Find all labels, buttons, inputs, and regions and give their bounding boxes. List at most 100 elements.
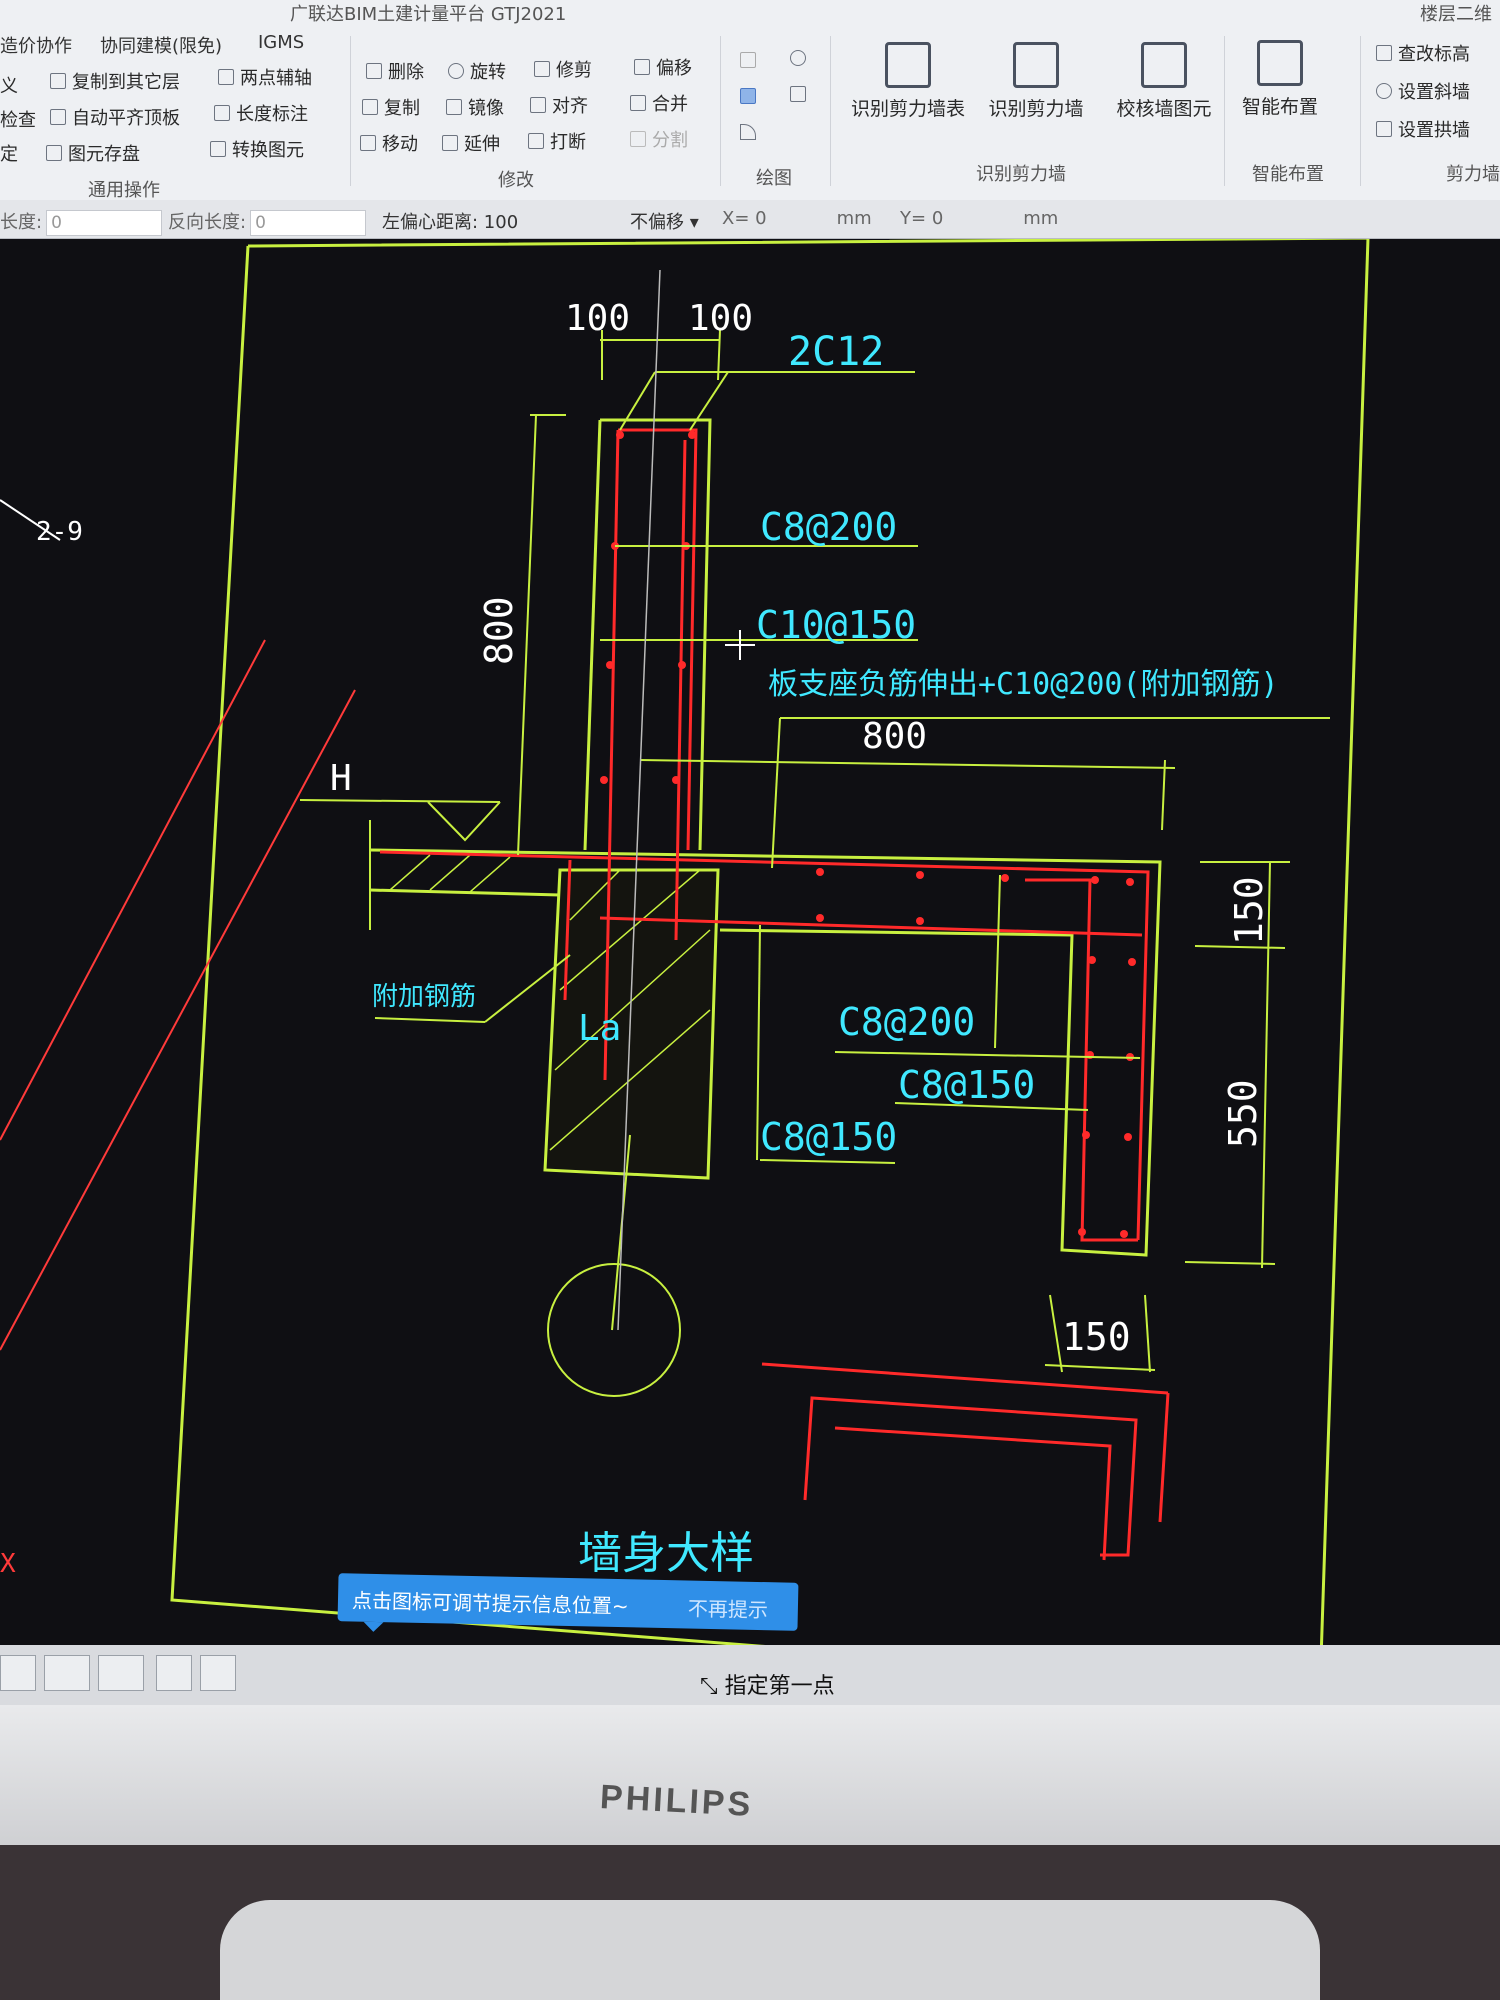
dim-150-right: 150	[1227, 876, 1271, 945]
arc-tool[interactable]	[740, 124, 756, 140]
line-icon	[740, 88, 756, 104]
align-button[interactable]: 对齐	[530, 92, 588, 118]
layer-toggle[interactable]	[156, 1655, 192, 1691]
title-bar: 广联达BIM土建计量平台 GTJ2021 楼层二维	[0, 0, 1500, 25]
offset-icon	[634, 59, 650, 75]
x-field[interactable]: X= 0 mm	[722, 208, 872, 229]
separator	[830, 36, 831, 186]
identify-wall-table-button[interactable]: 识别剪力墙表	[848, 42, 968, 121]
dim-550: 550	[1221, 1079, 1265, 1148]
offset-distance[interactable]: 左偏心距离: 100	[382, 208, 518, 234]
ribbon: 广联达BIM土建计量平台 GTJ2021 楼层二维 造价协作 协同建模(限免) …	[0, 0, 1500, 201]
rotate-button[interactable]: 旋转	[448, 58, 506, 84]
drawing-frame	[170, 239, 1370, 1680]
align-slab-icon	[50, 109, 66, 125]
tab-cost-collab[interactable]: 造价协作	[0, 32, 72, 58]
copy-to-layer-button[interactable]: 复制到其它层	[50, 68, 180, 94]
ortho-toggle[interactable]	[0, 1655, 36, 1691]
offset-button[interactable]: 偏移	[634, 54, 692, 80]
rect-tool[interactable]	[790, 86, 806, 102]
separator	[350, 36, 351, 186]
angle-toggle[interactable]	[44, 1655, 90, 1691]
circle-icon	[790, 50, 806, 66]
tooltip-arrow	[363, 1621, 384, 1633]
rebar-2c12: 2C12	[788, 329, 884, 375]
align-icon	[530, 97, 546, 113]
diag-line	[0, 689, 356, 1351]
arch-icon	[1376, 121, 1392, 137]
slab-outline	[369, 888, 561, 897]
group-modify-label: 修改	[498, 170, 534, 191]
set-slope-wall-button[interactable]: 设置斜墙	[1376, 78, 1470, 104]
rebar-c8-150-left: C8@150	[760, 1115, 897, 1159]
wall-outline	[583, 419, 602, 851]
length-field: 长度: 0	[0, 208, 163, 236]
delete-button[interactable]: 删除	[366, 58, 424, 84]
group-smart-label: 智能布置	[1252, 164, 1324, 185]
rectangle-icon	[790, 86, 806, 102]
smart-layout-button[interactable]: 智能布置	[1220, 40, 1340, 119]
dismiss-hint-button[interactable]: 不再提示	[688, 1593, 769, 1624]
group-draw-label: 绘图	[756, 168, 792, 189]
la-label: La	[578, 1008, 621, 1049]
identify-icon	[1013, 42, 1059, 88]
ribbon-left-3[interactable]: 定	[0, 140, 18, 166]
arc-toggle[interactable]	[200, 1655, 236, 1691]
merge-button[interactable]: 合并	[630, 90, 688, 116]
length-dim-button[interactable]: 长度标注	[214, 100, 308, 126]
auto-align-slab-button[interactable]: 自动平齐顶板	[50, 104, 180, 130]
move-button[interactable]: 移动	[360, 130, 418, 156]
property-bar: 长度: 0 反向长度: 0 左偏心距离: 100 不偏移 ▾ X= 0 mm Y= 0…	[0, 200, 1500, 239]
ribbon-left-1[interactable]: 义	[0, 72, 18, 98]
save-element-button[interactable]: 图元存盘	[46, 140, 140, 166]
split-button[interactable]: 分割	[630, 126, 688, 152]
tab-igms[interactable]: IGMS	[258, 32, 304, 53]
reverse-length-input[interactable]: 0	[250, 210, 367, 236]
ribbon-left-2[interactable]: 检查	[0, 106, 36, 132]
check-icon	[1141, 42, 1187, 88]
extend-button[interactable]: 延伸	[442, 130, 500, 156]
set-arch-wall-button[interactable]: 设置拱墙	[1376, 116, 1470, 142]
table-icon	[885, 42, 931, 88]
two-point-axis-button[interactable]: 两点辅轴	[218, 64, 312, 90]
axis-label: 2-9	[36, 517, 83, 547]
arc-icon	[740, 124, 756, 140]
point-icon	[740, 52, 756, 68]
axis-icon	[218, 69, 234, 85]
detail-caption: 墙身大样	[578, 1528, 754, 1579]
group-general-label: 通用操作	[88, 180, 160, 201]
group-wall-label: 剪力墙	[1446, 164, 1500, 185]
grid-icon	[1257, 40, 1303, 86]
convert-icon	[210, 141, 226, 157]
hint-message: 点击图标可调节提示信息位置~	[351, 1588, 629, 1619]
line-tool[interactable]	[740, 88, 756, 104]
elevation-h: H	[330, 758, 352, 799]
check-wall-button[interactable]: 校核墙图元	[1104, 42, 1224, 121]
elevation-icon	[1376, 45, 1392, 61]
command-prompt: ⤡ 指定第一点	[700, 1674, 835, 1699]
dim-800-vertical: 800	[477, 596, 521, 665]
mirror-button[interactable]: 镜像	[446, 94, 504, 120]
break-button[interactable]: 打断	[528, 128, 586, 154]
reverse-length-field: 反向长度: 0	[168, 208, 367, 236]
dimension-icon	[214, 105, 230, 121]
snap-toggle[interactable]	[98, 1655, 144, 1691]
offset-mode-select[interactable]: 不偏移 ▾	[630, 208, 699, 234]
y-field[interactable]: Y= 0 mm	[900, 208, 1058, 229]
point-tool[interactable]	[740, 52, 756, 68]
convert-element-button[interactable]: 转换图元	[210, 136, 304, 162]
edit-elevation-button[interactable]: 查改标高	[1376, 40, 1470, 66]
rotate-icon	[448, 63, 464, 79]
trim-button[interactable]: 修剪	[534, 56, 592, 82]
rebar-c10-150: C10@150	[756, 603, 916, 647]
extend-icon	[442, 135, 458, 151]
length-input[interactable]: 0	[46, 210, 163, 236]
copy-button[interactable]: 复制	[362, 94, 420, 120]
tab-collab-model[interactable]: 协同建模(限免)	[100, 32, 222, 58]
identify-wall-button[interactable]: 识别剪力墙	[976, 42, 1096, 121]
circle-tool[interactable]	[790, 50, 806, 66]
rebar-c8-200-wall: C8@200	[760, 505, 897, 549]
cad-canvas[interactable]: 2-9 100 100 2C12 C8@200 C10@150 板支座负筋伸出+…	[0, 239, 1500, 1680]
diag-line	[0, 639, 266, 1141]
rebar-c8-200-slab: C8@200	[838, 1000, 975, 1044]
